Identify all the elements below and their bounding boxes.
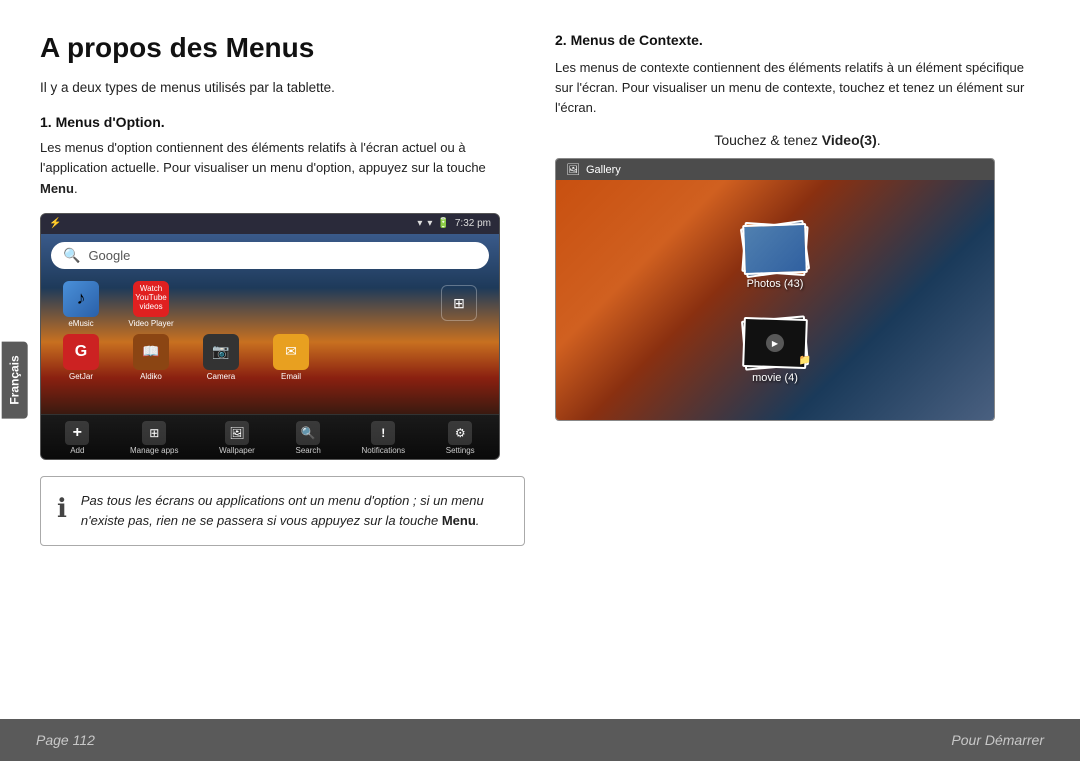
search-bar-text: Google <box>88 248 130 263</box>
search-bottom-icon: 🔍 <box>296 421 320 445</box>
app-grid: ♪ eMusic WatchYouTubevideos Video Player… <box>51 281 489 381</box>
emusic-icon: ♪ <box>63 281 99 317</box>
intro-text: Il y a deux types de menus utilisés par … <box>40 78 525 98</box>
status-time: 7:32 pm <box>455 218 491 229</box>
email-label: Email <box>281 372 301 381</box>
notifications-icon: ! <box>371 421 395 445</box>
notifications-label: Notifications <box>362 446 406 455</box>
gallery-items: Photos (43) ▶ 📁 movie (4) <box>735 216 815 384</box>
search-lens-icon: 🔍 <box>63 247 80 264</box>
section1-heading: 1. Menus d'Option. <box>40 114 525 130</box>
gallery-title: Gallery <box>586 164 621 176</box>
touch-instruction: Touchez & tenez Video(3). <box>555 132 1040 148</box>
app-grid-icon: ⊞ <box>429 285 489 323</box>
gallery-folder-icon: 🖼 <box>566 163 580 176</box>
app-camera: 📷 Camera <box>191 334 251 381</box>
search-label: Search <box>296 446 321 455</box>
side-tab: Français <box>2 341 28 418</box>
android-home-screen: 🔍 Google ♪ eMusic WatchYouTubevideos Vid… <box>41 234 499 414</box>
footer-page: Page 112 <box>36 732 95 748</box>
getjar-label: GetJar <box>69 372 93 381</box>
youtube-label: Video Player <box>128 319 173 328</box>
add-icon: + <box>65 421 89 445</box>
battery-icon: 🔋 <box>437 218 449 229</box>
android-status-bar: ⚡ ▾ ▾ 🔋 7:32 pm <box>41 214 499 234</box>
photo-cards <box>735 216 815 274</box>
gallery-mockup: 🖼 Gallery Photos (43) <box>555 158 995 421</box>
android-bottom-bar: + Add ⊞ Manage apps 🖼 Wallpaper 🔍 Search <box>41 414 499 459</box>
grid-icon: ⊞ <box>441 285 477 321</box>
app-aldiko: 📖 Aldiko <box>121 334 181 381</box>
getjar-icon: G <box>63 334 99 370</box>
signal-icon: ▾ <box>427 218 432 229</box>
android-mockup: ⚡ ▾ ▾ 🔋 7:32 pm 🔍 Google <box>40 213 500 460</box>
wallpaper-icon: 🖼 <box>225 421 249 445</box>
section1-body: Les menus d'option contiennent des éléme… <box>40 138 525 198</box>
settings-icon: ⚙ <box>448 421 472 445</box>
bottom-wallpaper: 🖼 Wallpaper <box>219 421 255 455</box>
photo-card-3 <box>742 223 808 275</box>
bottom-manage: ⊞ Manage apps <box>130 421 178 455</box>
app-row-1: ♪ eMusic WatchYouTubevideos Video Player… <box>51 281 489 328</box>
app-email: ✉ Email <box>261 334 321 381</box>
bottom-settings: ⚙ Settings <box>446 421 475 455</box>
section2-heading: 2. Menus de Contexte. <box>555 32 1040 48</box>
youtube-icon: WatchYouTubevideos <box>133 281 169 317</box>
video-cards: ▶ 📁 <box>735 310 815 368</box>
add-label: Add <box>70 446 84 455</box>
camera-label: Camera <box>207 372 235 381</box>
bottom-search: 🔍 Search <box>296 421 321 455</box>
manage-icon: ⊞ <box>142 421 166 445</box>
footer-nav: Pour Démarrer <box>951 732 1044 748</box>
app-getjar: G GetJar <box>51 334 111 381</box>
play-button-icon: ▶ <box>766 334 784 352</box>
folder-icon: 📁 <box>799 355 811 366</box>
wallpaper-label: Wallpaper <box>219 446 255 455</box>
movie-stack: ▶ 📁 movie (4) <box>735 310 815 384</box>
movie-label: movie (4) <box>752 372 798 384</box>
aldiko-icon: 📖 <box>133 334 169 370</box>
bottom-add: + Add <box>65 421 89 455</box>
page-title: A propos des Menus <box>40 32 525 64</box>
camera-icon: 📷 <box>203 334 239 370</box>
emusic-label: eMusic <box>68 319 93 328</box>
android-search-bar: 🔍 Google <box>51 242 489 269</box>
aldiko-label: Aldiko <box>140 372 162 381</box>
usb-icon: ⚡ <box>49 218 61 229</box>
photos-stack: Photos (43) <box>735 216 815 290</box>
gallery-title-bar: 🖼 Gallery <box>556 159 994 180</box>
photos-label: Photos (43) <box>747 278 804 290</box>
email-icon: ✉ <box>273 334 309 370</box>
footer: Page 112 Pour Démarrer <box>0 719 1080 761</box>
info-icon: ℹ <box>57 493 67 524</box>
app-youtube: WatchYouTubevideos Video Player <box>121 281 181 328</box>
settings-label: Settings <box>446 446 475 455</box>
section2-body: Les menus de contexte contiennent des él… <box>555 58 1040 118</box>
manage-label: Manage apps <box>130 446 178 455</box>
gallery-body: Photos (43) ▶ 📁 movie (4) <box>556 180 994 420</box>
info-box-text: Pas tous les écrans ou applications ont … <box>81 491 508 531</box>
app-row-2: G GetJar 📖 Aldiko 📷 Camera <box>51 334 489 381</box>
wifi-icon: ▾ <box>417 218 422 229</box>
bottom-notifications: ! Notifications <box>362 421 406 455</box>
info-box: ℹ Pas tous les écrans ou applications on… <box>40 476 525 546</box>
app-emusic: ♪ eMusic <box>51 281 111 328</box>
